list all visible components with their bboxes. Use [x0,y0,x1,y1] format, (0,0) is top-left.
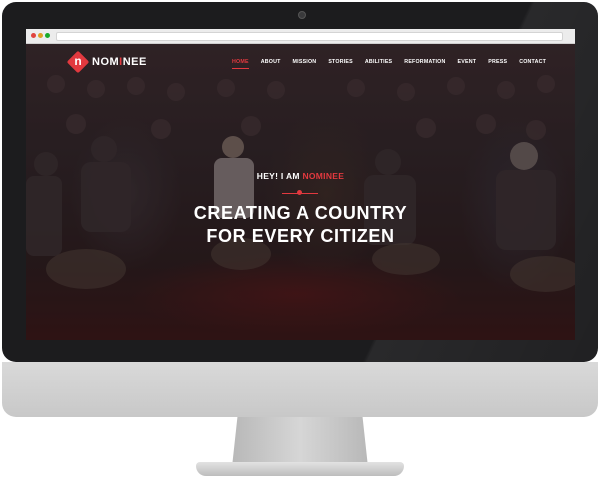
nav-item-event[interactable]: EVENT [458,59,477,71]
nav-item-home[interactable]: HOME [232,59,249,71]
headline-line-1: CREATING A COUNTRY [193,203,408,223]
monitor-screen: n NOMINEE HOME ABOUT MISSION STORIES ABI… [26,29,575,340]
hero-tagline: HEY! I AM NOMINEE [26,171,575,181]
nav-item-contact[interactable]: CONTACT [519,59,546,71]
monitor-stand-neck [232,417,368,467]
tagline-prefix: HEY! I AM [256,171,303,181]
window-maximize-icon[interactable] [45,33,50,38]
nav-item-mission[interactable]: MISSION [293,59,317,71]
logo-letter: n [74,54,82,68]
monitor-stand-base [196,462,404,476]
address-bar[interactable] [56,32,563,41]
browser-toolbar [26,29,575,44]
camera-icon [298,11,306,19]
main-menu: HOME ABOUT MISSION STORIES ABILITIES REF… [232,59,558,71]
nav-item-stories[interactable]: STORIES [328,59,353,71]
logo-text[interactable]: NOMINEE [92,56,147,68]
nav-item-abilities[interactable]: ABILITIES [365,59,392,71]
logo-text-part1: NOM [92,56,120,68]
headline-line-2: FOR EVERY CITIZEN [206,226,395,246]
tagline-name: NOMINEE [302,171,345,181]
hero-section: n NOMINEE HOME ABOUT MISSION STORIES ABI… [26,44,575,340]
window-close-icon[interactable] [31,33,36,38]
hero-headline: CREATING A COUNTRY FOR EVERY CITIZEN [26,202,575,248]
nav-item-press[interactable]: PRESS [488,59,507,71]
top-navigation: n NOMINEE HOME ABOUT MISSION STORIES ABI… [26,44,575,80]
nav-item-about[interactable]: ABOUT [261,59,281,71]
window-minimize-icon[interactable] [38,33,43,38]
nav-item-reformation[interactable]: REFORMATION [404,59,445,71]
logo-text-part2: NEE [122,56,147,68]
divider-dot-icon [297,190,302,195]
monitor-chin [2,362,598,417]
